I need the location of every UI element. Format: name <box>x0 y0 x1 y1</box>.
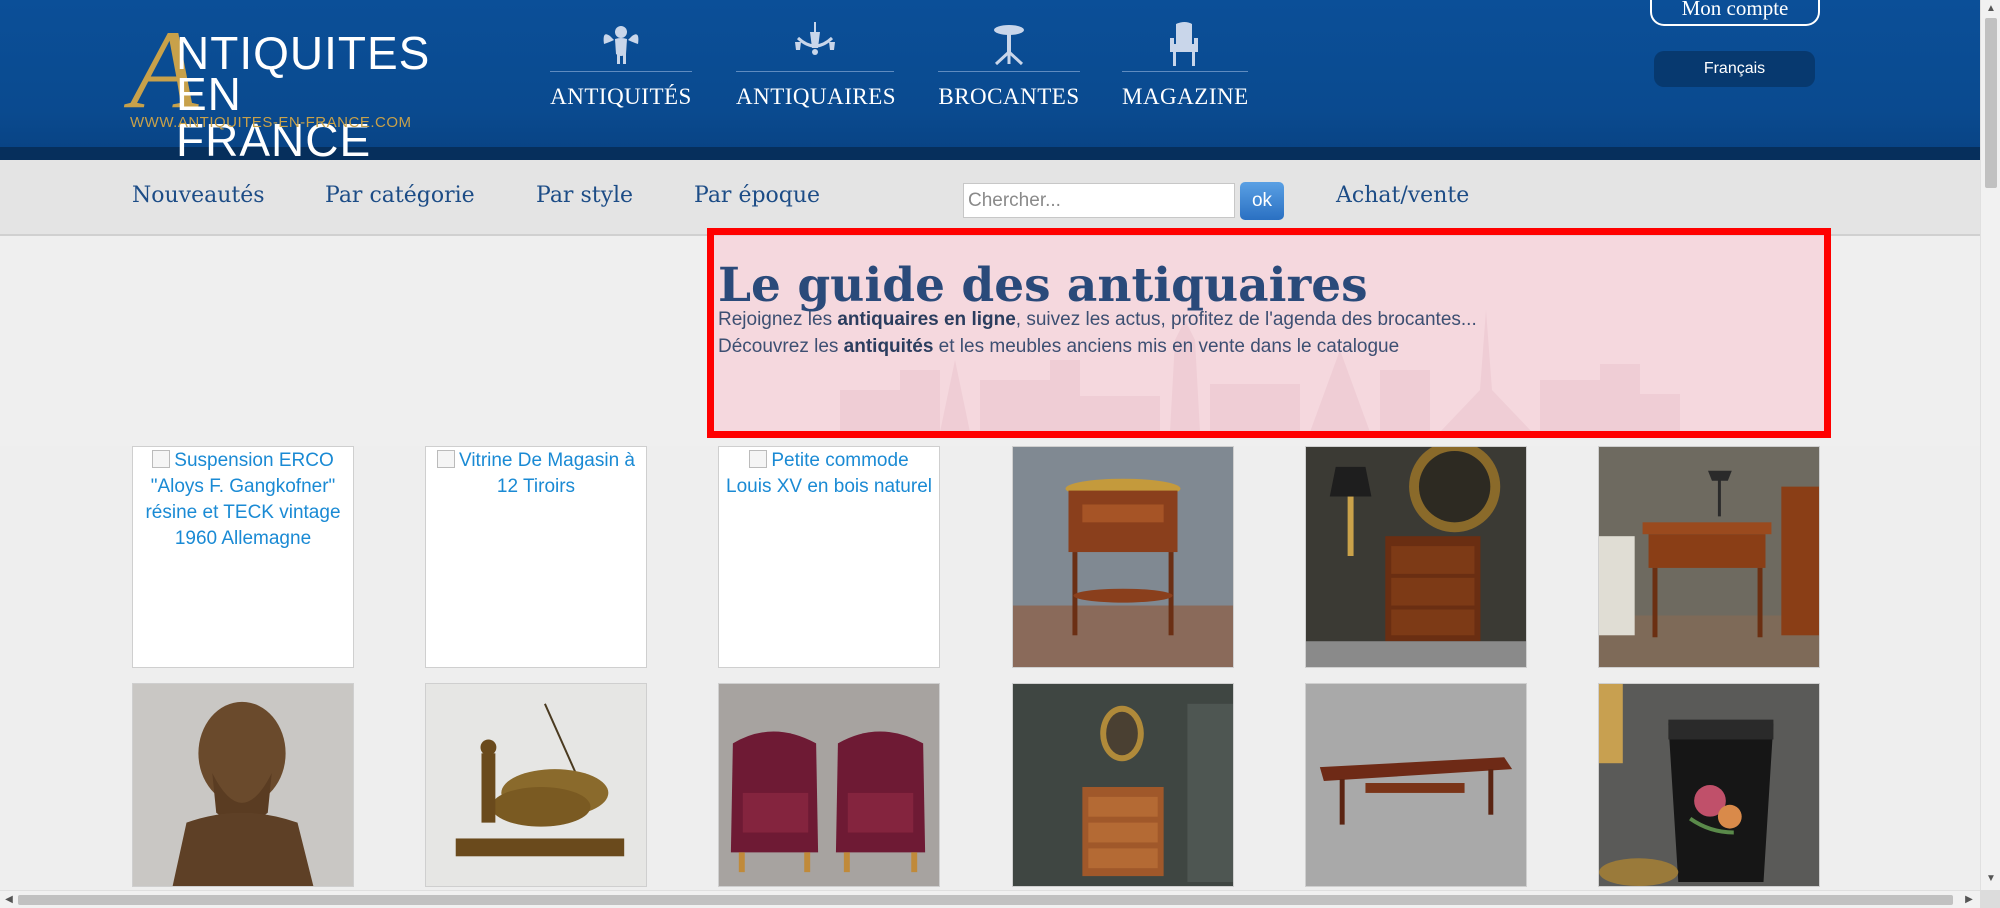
main-nav-label: BROCANTES <box>938 84 1080 109</box>
cherub-icon <box>603 26 639 64</box>
product-tile[interactable] <box>132 683 354 887</box>
site-logo[interactable]: A NTIQUITES EN FRANCE WWW.ANTIQUITES-EN-… <box>130 14 440 163</box>
secondary-nav: Nouveautés Par catégorie Par style Par é… <box>0 160 1980 236</box>
main-nav-magazine[interactable]: MAGAZINE <box>1122 20 1248 110</box>
hero-text: et les meubles anciens mis en vente dans… <box>933 336 1400 357</box>
page-title: Le guide des antiquaires <box>718 258 1368 313</box>
main-nav-label: ANTIQUAIRES <box>736 84 897 109</box>
product-tile[interactable]: Suspension ERCO "Aloys F. Gangkofner" ré… <box>132 446 354 668</box>
my-account-button[interactable]: Mon compte <box>1650 0 1820 26</box>
bronze-oxen-sculpture-photo <box>426 684 646 886</box>
main-nav-antiquites[interactable]: ANTIQUITÉS <box>550 20 692 110</box>
broken-image-alt-text[interactable]: Vitrine De Magasin à 12 Tiroirs <box>426 447 646 501</box>
vertical-scrollbar[interactable]: ▲ ▼ <box>1980 0 2000 890</box>
link-antiquaires-en-ligne[interactable]: antiquaires en ligne <box>837 309 1015 330</box>
product-tile[interactable] <box>718 683 940 887</box>
vertical-scroll-thumb[interactable] <box>1985 18 1997 188</box>
horizontal-scroll-thumb[interactable] <box>18 895 1953 905</box>
hero-text: , suivez les actus, profitez de l'agenda… <box>1015 309 1477 330</box>
nav-divider <box>938 71 1080 72</box>
broken-image-alt-text[interactable]: Petite commode Louis XV en bois naturel <box>719 447 939 501</box>
product-tile[interactable] <box>1012 683 1234 887</box>
nav-divider <box>550 71 692 72</box>
product-tile[interactable] <box>1305 446 1527 668</box>
pair-of-velvet-armchairs-photo <box>719 684 939 886</box>
nav-divider <box>736 71 894 72</box>
nav-par-epoque[interactable]: Par époque <box>694 183 820 208</box>
nav-par-categorie[interactable]: Par catégorie <box>325 183 475 208</box>
hero-intro-line-1: Rejoignez les antiquaires en ligne, suiv… <box>718 309 1477 331</box>
scroll-right-icon[interactable]: ▶ <box>1962 893 1976 907</box>
broken-image-alt-text[interactable]: Suspension ERCO "Aloys F. Gangkofner" ré… <box>133 447 353 553</box>
hero-intro-line-2: Découvrez les antiquités et les meubles … <box>718 336 1399 358</box>
product-tile[interactable] <box>425 683 647 887</box>
main-nav-antiquaires[interactable]: ANTIQUAIRES <box>736 20 897 110</box>
product-tile[interactable] <box>1305 683 1527 887</box>
writing-table-photo <box>1599 447 1819 667</box>
scrollbar-corner <box>1980 890 2000 908</box>
product-tile[interactable] <box>1598 446 1820 668</box>
chandelier-icon <box>795 22 835 55</box>
product-tile[interactable]: Vitrine De Magasin à 12 Tiroirs <box>425 446 647 668</box>
hero-text: Découvrez les <box>718 336 844 357</box>
armchair-icon <box>1170 22 1198 66</box>
main-nav-brocantes[interactable]: BROCANTES <box>938 20 1080 110</box>
nav-nouveautes[interactable]: Nouveautés <box>132 183 265 208</box>
bedside-chest-with-candelabra-photo <box>1306 447 1526 667</box>
product-tile[interactable]: Petite commode Louis XV en bois naturel <box>718 446 940 668</box>
main-nav-label: MAGAZINE <box>1122 84 1249 109</box>
nav-par-style[interactable]: Par style <box>536 183 633 208</box>
horizontal-scrollbar[interactable]: ◀ ▶ <box>0 890 1980 908</box>
main-nav-label: ANTIQUITÉS <box>550 84 692 109</box>
nav-divider <box>1122 71 1248 72</box>
teak-coffee-table-photo <box>1306 684 1526 886</box>
search-ok-button[interactable]: ok <box>1240 182 1284 220</box>
site-header: A NTIQUITES EN FRANCE WWW.ANTIQUITES-EN-… <box>0 0 1980 163</box>
logo-url: WWW.ANTIQUITES-EN-FRANCE.COM <box>130 114 412 131</box>
scroll-up-icon[interactable]: ▲ <box>1984 2 1998 16</box>
oval-side-table-photo <box>1013 447 1233 667</box>
product-tile[interactable] <box>1012 446 1234 668</box>
link-antiquites[interactable]: antiquités <box>844 336 934 357</box>
search-input[interactable] <box>963 183 1235 218</box>
chest-with-portrait-photo <box>1013 684 1233 886</box>
nav-achat-vente[interactable]: Achat/vente <box>1336 183 1469 208</box>
scroll-down-icon[interactable]: ▼ <box>1984 872 1998 886</box>
pedestal-table-icon <box>994 25 1024 66</box>
hero-text: Rejoignez les <box>718 309 838 330</box>
language-selector[interactable]: Français <box>1654 51 1815 87</box>
product-tile[interactable] <box>1598 683 1820 887</box>
scroll-left-icon[interactable]: ◀ <box>2 893 16 907</box>
bronze-bust-photo <box>133 684 353 886</box>
painted-tole-vase-photo <box>1599 684 1819 886</box>
